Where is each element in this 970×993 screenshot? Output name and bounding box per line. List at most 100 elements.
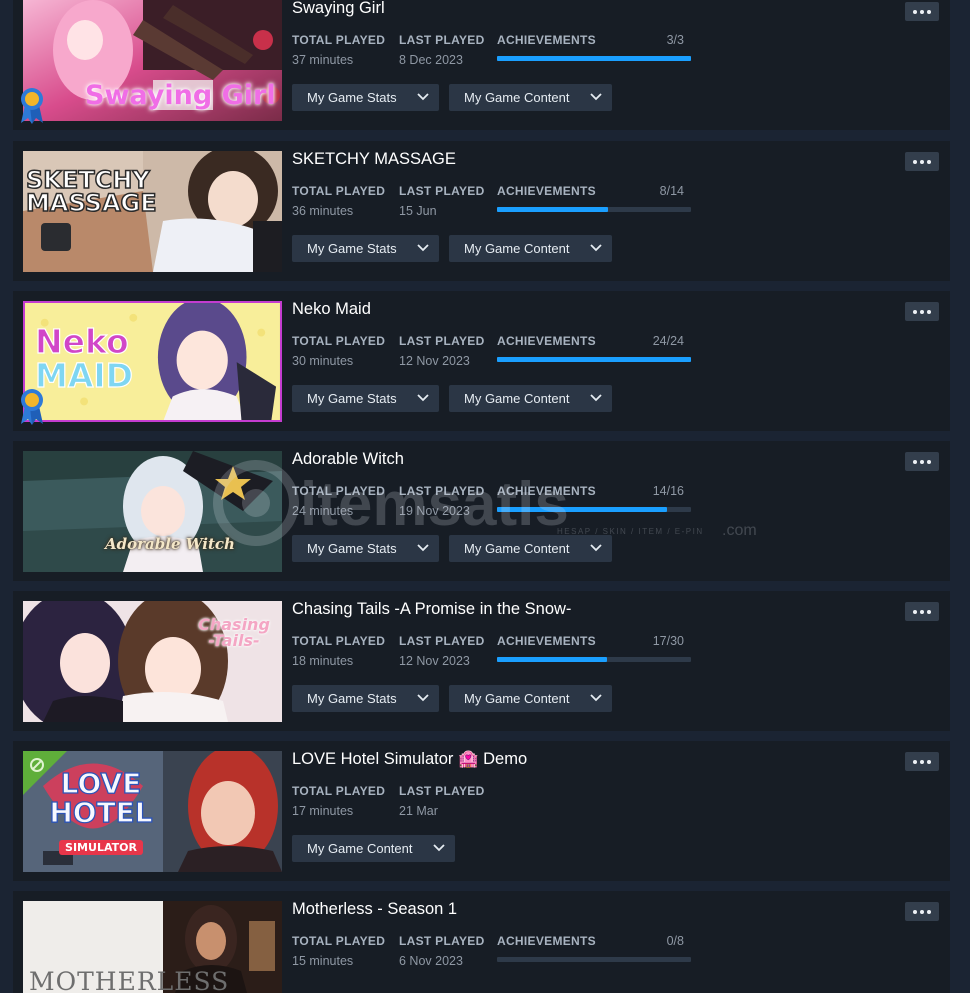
award-ribbon-icon [21, 88, 43, 124]
game-title[interactable]: Chasing Tails -A Promise in the Snow- [292, 600, 571, 619]
capsule-title: SKETCHY MASSAGE [25, 166, 157, 217]
achievement-progress-bar [497, 357, 691, 362]
achievement-progress-bar [497, 507, 691, 512]
button-label: My Game Stats [307, 691, 397, 706]
button-label: My Game Content [307, 841, 413, 856]
my-game-stats-button[interactable]: My Game Stats [292, 685, 439, 712]
achievement-progress-bar [497, 56, 691, 61]
last-played-label: LAST PLAYED [399, 184, 485, 198]
my-game-content-button[interactable]: My Game Content [449, 685, 612, 712]
chevron-down-icon [433, 844, 445, 852]
game-card: MOTHERLESS Motherless - Season 1 TOTAL P… [13, 891, 950, 993]
game-capsule-image[interactable]: SKETCHY MASSAGE [23, 151, 282, 272]
total-played-value: 30 minutes [292, 354, 354, 368]
chevron-down-icon [417, 93, 429, 101]
game-title[interactable]: Motherless - Season 1 [292, 900, 457, 919]
total-played-label: TOTAL PLAYED [292, 784, 386, 798]
achievement-progress-fill [497, 56, 691, 61]
game-title[interactable]: Neko Maid [292, 300, 371, 319]
last-played-label: LAST PLAYED [399, 934, 485, 948]
game-card: Adorable Witch Adorable Witch TOTAL PLAY… [13, 441, 950, 581]
achievement-progress-bar [497, 207, 691, 212]
achievement-progress-fill [497, 207, 608, 212]
last-played-label: LAST PLAYED [399, 33, 485, 47]
achievement-progress-fill [497, 507, 667, 512]
last-played-label: LAST PLAYED [399, 784, 485, 798]
game-card: SKETCHY MASSAGE SKETCHY MASSAGE TOTAL PLA… [13, 141, 950, 281]
achievements-count: 3/3 [666, 33, 684, 47]
button-label: My Game Stats [307, 241, 397, 256]
game-list: Swaying Girl Swaying Girl TOTAL PLAYED 3… [0, 0, 970, 993]
chevron-down-icon [590, 244, 602, 252]
button-label: My Game Stats [307, 90, 397, 105]
total-played-value: 37 minutes [292, 53, 354, 67]
total-played-label: TOTAL PLAYED [292, 33, 386, 47]
my-game-stats-button[interactable]: My Game Stats [292, 84, 439, 111]
my-game-content-button[interactable]: My Game Content [449, 535, 612, 562]
game-card: Swaying Girl Swaying Girl TOTAL PLAYED 3… [13, 0, 950, 130]
chevron-down-icon [590, 694, 602, 702]
last-played-label: LAST PLAYED [399, 634, 485, 648]
my-game-content-button[interactable]: My Game Content [449, 235, 612, 262]
game-title[interactable]: LOVE Hotel Simulator 🏩 Demo [292, 750, 527, 769]
my-game-stats-button[interactable]: My Game Stats [292, 385, 439, 412]
achievements-count: 24/24 [652, 334, 684, 348]
more-options-button[interactable] [905, 2, 939, 21]
capsule-title: LOVE HOTEL SIMULATOR [49, 767, 153, 855]
game-title[interactable]: Swaying Girl [292, 0, 385, 18]
my-game-content-button[interactable]: My Game Content [292, 835, 455, 862]
total-played-label: TOTAL PLAYED [292, 184, 386, 198]
chevron-down-icon [590, 93, 602, 101]
game-card: Chasing -Tails- Chasing Tails -A Promise … [13, 591, 950, 731]
total-played-label: TOTAL PLAYED [292, 484, 386, 498]
capsule-title: Chasing -Tails- [198, 615, 270, 650]
capsule-artwork [23, 451, 282, 572]
more-options-button[interactable] [905, 152, 939, 171]
more-options-button[interactable] [905, 302, 939, 321]
total-played-value: 36 minutes [292, 204, 354, 218]
award-ribbon-icon [21, 389, 43, 425]
button-label: My Game Content [464, 691, 570, 706]
achievements-count: 8/14 [659, 184, 684, 198]
last-played-value: 12 Nov 2023 [399, 654, 470, 668]
game-capsule-image[interactable]: Swaying Girl [23, 0, 282, 121]
button-label: My Game Content [464, 541, 570, 556]
my-game-content-button[interactable]: My Game Content [449, 385, 612, 412]
more-options-button[interactable] [905, 902, 939, 921]
chevron-down-icon [417, 694, 429, 702]
last-played-value: 21 Mar [399, 804, 438, 818]
game-capsule-image[interactable]: LOVE HOTEL SIMULATOR [23, 751, 282, 872]
last-played-value: 15 Jun [399, 204, 437, 218]
last-played-value: 19 Nov 2023 [399, 504, 470, 518]
total-played-value: 15 minutes [292, 954, 354, 968]
total-played-label: TOTAL PLAYED [292, 934, 386, 948]
my-game-stats-button[interactable]: My Game Stats [292, 535, 439, 562]
game-capsule-image[interactable]: Neko MAID [23, 301, 282, 422]
capsule-title: Adorable Witch [105, 535, 235, 553]
total-played-value: 17 minutes [292, 804, 354, 818]
chevron-down-icon [590, 544, 602, 552]
game-title[interactable]: SKETCHY MASSAGE [292, 150, 456, 169]
button-label: My Game Stats [307, 391, 397, 406]
my-game-stats-button[interactable]: My Game Stats [292, 235, 439, 262]
last-played-value: 12 Nov 2023 [399, 354, 470, 368]
capsule-title: Swaying Girl [85, 80, 276, 111]
game-capsule-image[interactable]: Chasing -Tails- [23, 601, 282, 722]
total-played-label: TOTAL PLAYED [292, 634, 386, 648]
last-played-label: LAST PLAYED [399, 334, 485, 348]
game-capsule-image[interactable]: MOTHERLESS [23, 901, 282, 993]
more-options-button[interactable] [905, 752, 939, 771]
total-played-label: TOTAL PLAYED [292, 334, 386, 348]
my-game-content-button[interactable]: My Game Content [449, 84, 612, 111]
achievement-progress-bar [497, 957, 691, 962]
button-label: My Game Content [464, 90, 570, 105]
last-played-value: 6 Nov 2023 [399, 954, 463, 968]
capsule-title: Neko MAID [34, 322, 134, 395]
more-options-button[interactable] [905, 452, 939, 471]
achievement-progress-fill [497, 657, 607, 662]
game-capsule-image[interactable]: Adorable Witch [23, 451, 282, 572]
last-played-value: 8 Dec 2023 [399, 53, 463, 67]
achievement-progress-fill [497, 357, 691, 362]
game-title[interactable]: Adorable Witch [292, 450, 404, 469]
more-options-button[interactable] [905, 602, 939, 621]
